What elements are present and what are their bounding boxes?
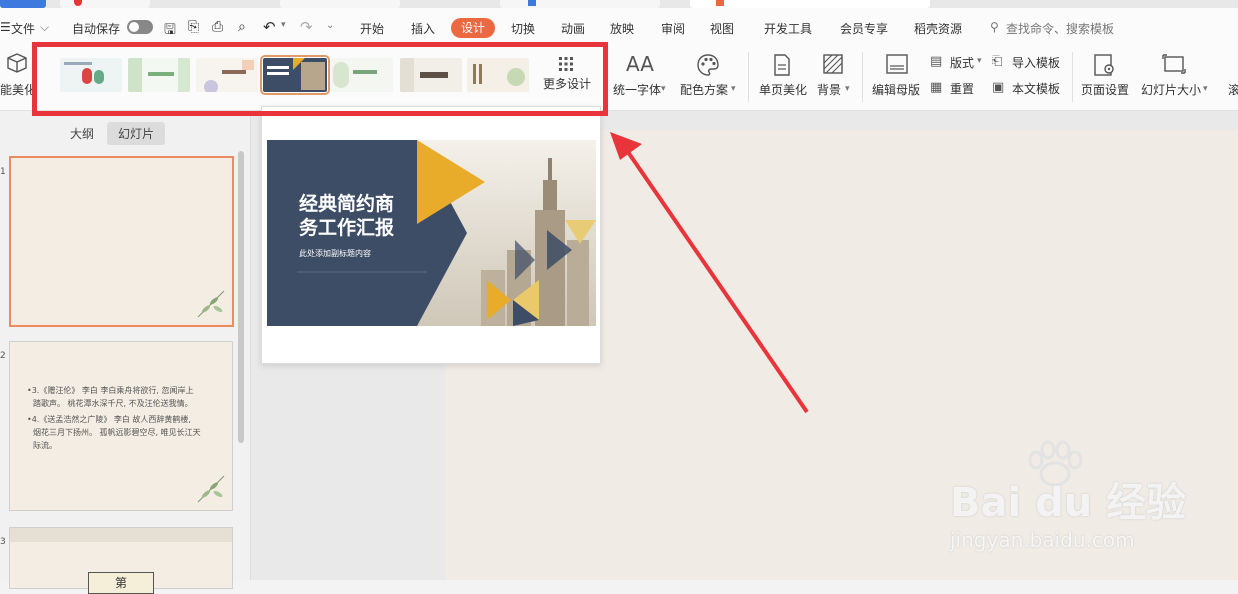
tab-animations[interactable]: 动画 [561,20,585,37]
window-tab[interactable] [280,0,400,8]
slide-text-line: •3.《赠汪伦》 李白 李白乘舟将欲行, 忽闻岸上 [27,386,194,395]
file-menu[interactable]: 文件 [11,20,35,37]
chevron-down-icon[interactable]: ⌵ [40,20,49,35]
window-tab[interactable] [0,0,46,8]
undo-icon[interactable]: ↶ [263,18,276,36]
tab-docer-resources[interactable]: 稻壳资源 [914,20,962,37]
chevron-down-icon[interactable]: ▾ [845,84,850,94]
tab-review[interactable]: 审阅 [661,20,685,37]
slide-number: 3 [0,537,6,547]
slide-title-box: 第 [88,572,154,594]
slide-number: 1 [0,167,6,177]
tab-slides[interactable]: 幻灯片 [107,122,166,145]
slide-size-button[interactable]: 幻灯片大小 [1141,81,1201,98]
reset-button[interactable]: 重置 [950,80,974,97]
tab-insert[interactable]: 插入 [411,20,435,37]
slide-text-line: •4.《送孟浩然之广陵》 李白 故人西辞黄鹤楼, [27,415,191,424]
divider [862,52,863,102]
autosave-toggle[interactable] [127,20,153,34]
template-preview-image[interactable]: 经典简约商 务工作汇报 此处添加副标题内容 [267,140,596,326]
annotation-arrow-icon [610,132,809,414]
menu-bar: ☰ 文件 ⌵ 自动保存 🖫 ⎘ ⎙ ⌕ ↶ ▾ ↷ ⌄ 开始 插入 设计 切换 … [0,8,1238,46]
divider [1072,52,1073,102]
leaf-decoration-icon [197,475,225,503]
ribbon-overflow-item[interactable]: 滚 [1228,81,1238,98]
import-template-button[interactable]: 导入模板 [1012,54,1060,71]
slide-text-line: 烟花三月下扬州。 孤帆远影碧空尽, 唯见长江天 [33,428,201,437]
slide-text-line: 际流。 [33,441,57,450]
page-setup-button[interactable]: 页面设置 [1081,81,1129,98]
body-template-button[interactable]: 本文模板 [1012,80,1060,97]
tab-developer[interactable]: 开发工具 [764,20,812,37]
window-tab-active[interactable] [690,0,930,8]
hamburger-icon[interactable]: ☰ [0,20,11,34]
single-page-beautify-icon[interactable] [773,54,791,76]
unify-font-button[interactable]: 统一字体 [613,81,661,98]
window-tab[interactable] [60,0,150,8]
layout-button[interactable]: 版式 [950,54,974,71]
slide-number: 2 [0,351,6,361]
export-pdf-icon[interactable]: ⎘ [188,19,199,35]
tab-home[interactable]: 开始 [360,20,384,37]
redo-icon[interactable]: ↷ [300,18,313,36]
window-tab[interactable] [500,0,660,8]
single-page-beautify-button[interactable]: 单页美化 [759,81,807,98]
tab-outline[interactable]: 大纲 [70,125,94,142]
slide-thumbnail-2[interactable]: •3.《赠汪伦》 李白 李白乘舟将欲行, 忽闻岸上 踏歌声。 桃花潭水深千尺, … [9,341,233,511]
reset-icon[interactable]: ▦ [930,80,942,95]
chevron-down-icon[interactable]: ▾ [731,84,736,94]
search-input[interactable]: 查找命令、搜索模板 [1006,20,1114,37]
palette-icon[interactable] [696,53,720,77]
edit-master-button[interactable]: 编辑母版 [872,81,920,98]
color-scheme-button[interactable]: 配色方案 [680,81,728,98]
customize-toolbar-icon[interactable]: ⌄ [326,20,334,31]
divider [748,52,749,102]
preview-title-line2: 务工作汇报 [299,216,394,239]
page-setup-icon[interactable] [1094,54,1116,76]
background-icon[interactable] [823,54,843,74]
import-template-icon[interactable]: ⎗ [992,54,1002,69]
slide-text-line: 踏歌声。 桃花潭水深千尺, 不及汪伦送我情。 [33,399,193,408]
tab-member[interactable]: 会员专享 [840,20,888,37]
panel-scrollbar[interactable] [238,151,244,443]
tab-transitions[interactable]: 切换 [511,20,535,37]
smart-beautify-label[interactable]: 能美化 [0,81,36,98]
window-tab-strip [0,0,1238,8]
chevron-down-icon[interactable]: ▾ [977,56,982,66]
tab-slideshow[interactable]: 放映 [610,20,634,37]
body-template-icon[interactable]: ▣ [992,80,1004,95]
edit-master-icon[interactable] [886,54,908,74]
watermark-brand: Bai du 经验 [950,480,1187,526]
unify-font-icon[interactable]: AA [626,52,654,76]
slide-thumbnail-1[interactable] [9,156,234,327]
leaf-decoration-icon [197,290,225,318]
slide-size-icon[interactable] [1162,54,1186,74]
tab-design[interactable]: 设计 [451,18,495,38]
save-icon[interactable]: 🖫 [164,19,176,43]
watermark-url: jingyan.baidu.com [950,528,1135,552]
smart-beautify-icon[interactable] [6,52,28,74]
preview-subtitle: 此处添加副标题内容 [299,248,371,258]
tab-view[interactable]: 视图 [710,20,734,37]
template-preview-popup: 经典简约商 务工作汇报 此处添加副标题内容 [261,106,601,364]
undo-dropdown-icon[interactable]: ▾ [281,20,286,30]
print-icon[interactable]: ⎙ [212,19,223,35]
autosave-label: 自动保存 [72,22,121,36]
highlight-box [32,42,608,116]
chevron-down-icon[interactable]: ▾ [661,84,666,94]
layout-icon[interactable]: ▤ [930,54,942,69]
chevron-down-icon[interactable]: ▾ [1203,84,1208,94]
search-icon: ⚲ [990,20,999,34]
background-button[interactable]: 背景 [817,81,841,98]
slides-panel: 大纲 幻灯片 1 2 •3.《赠汪伦》 李白 李白乘舟将欲行, 忽闻岸上 踏歌声… [0,111,251,594]
print-preview-icon[interactable]: ⌕ [238,19,246,35]
preview-title-line1: 经典简约商 [299,192,394,215]
